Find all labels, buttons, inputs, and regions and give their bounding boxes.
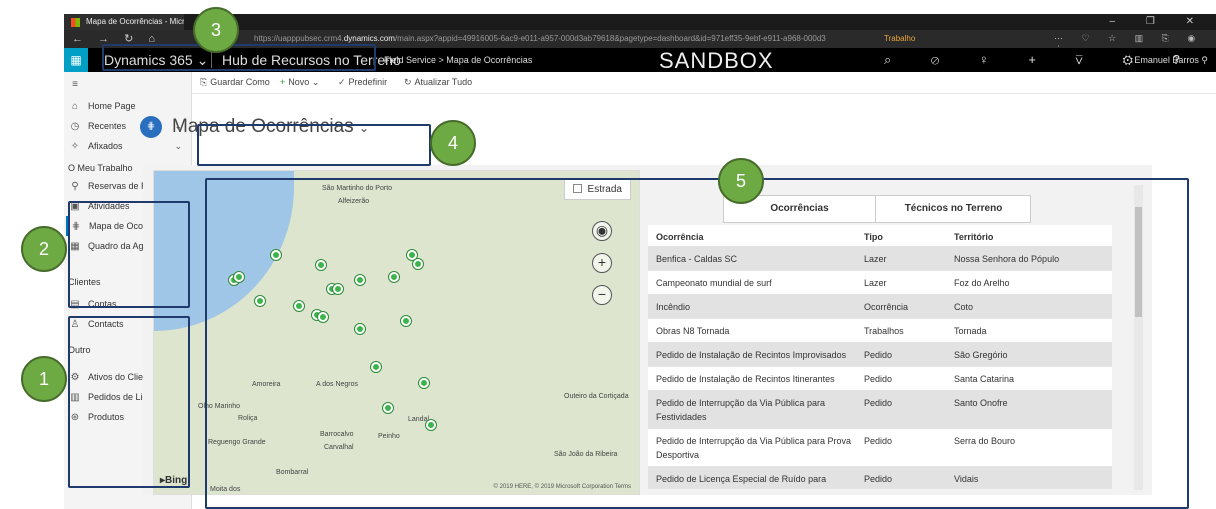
url-text[interactable]: https://uapppubsec.crm4.dynamics.com/mai…	[254, 34, 826, 43]
set-default-button[interactable]: ✓ Predefinir	[338, 77, 387, 88]
callout-box-2	[68, 201, 190, 308]
refresh-label: Atualizar Tudo	[414, 77, 473, 87]
callout-badge-5: 5	[718, 158, 764, 204]
window-controls[interactable]: – ❐ ✕	[1110, 14, 1208, 30]
home-icon: ⌂	[71, 101, 79, 112]
breadcrumb[interactable]: Field Service > Mapa de Ocorrências	[384, 55, 532, 65]
callout-box-3	[102, 44, 376, 71]
tab-title: Mapa de Ocorrências - Micro	[86, 17, 184, 26]
new-button[interactable]: + Novo ⌄	[280, 77, 319, 88]
callout-badge-2: 2	[21, 226, 67, 272]
refresh-all-button[interactable]: ↻ Atualizar Tudo	[404, 77, 472, 88]
refresh-icon: ↻	[404, 77, 412, 87]
sidebar-item-recent[interactable]: ◷ Recentes ⌄	[68, 116, 188, 136]
dashboard-icon: ⋕	[140, 116, 162, 138]
callout-badge-1: 1	[21, 356, 67, 402]
new-label: Novo	[288, 77, 310, 87]
save-icon: ⎘	[200, 77, 208, 87]
user-label: Emanuel Barros	[1134, 55, 1199, 65]
chevron-down-icon: ⌄	[174, 141, 182, 151]
url-prefix: https://uapppubsec.crm4.	[254, 34, 344, 43]
set-default-label: Predefinir	[348, 77, 388, 87]
user-name[interactable]: Emanuel Barros ⚲	[1134, 55, 1208, 66]
clock-icon: ◷	[70, 121, 80, 132]
save-as-button[interactable]: ⎘ Guardar Como	[200, 77, 270, 88]
callout-box-1	[68, 316, 190, 488]
callout-badge-4: 4	[430, 120, 476, 166]
url-domain: dynamics.com	[343, 34, 395, 43]
app-launcher-icon[interactable]: ▦	[64, 48, 88, 72]
pin-icon: ✧	[70, 141, 80, 152]
sidebar-item-pinned[interactable]: ✧ Afixados ⌄	[68, 136, 188, 156]
url-path: /main.aspx?appid=49916005-6ac9-e011-a957…	[394, 34, 826, 43]
command-bar: ⎘ Guardar Como + Novo ⌄ ✓ Predefinir ↻ Atual…	[192, 72, 1216, 94]
callout-box-5	[205, 178, 1189, 509]
resource-icon: ⚲	[71, 181, 79, 192]
browser-tab[interactable]: Mapa de Ocorrências - Micro	[64, 14, 184, 30]
plus-icon: +	[280, 77, 286, 87]
save-as-label: Guardar Como	[210, 77, 270, 87]
sidebar-item-label: Afixados	[88, 141, 123, 151]
check-icon: ✓	[338, 77, 346, 87]
container-label[interactable]: Trabalho	[884, 34, 915, 43]
sidebar-item-label: Recentes	[88, 121, 127, 131]
callout-box-4	[197, 124, 431, 166]
dynamics-logo-icon	[71, 18, 80, 27]
callout-badge-3: 3	[193, 7, 239, 53]
environment-label: SANDBOX	[659, 48, 774, 73]
sidebar-item-home[interactable]: ⌂ Home Page	[68, 96, 136, 116]
sidebar-item-label: Home Page	[88, 101, 136, 111]
group-title: O Meu Trabalho	[68, 163, 133, 173]
hamburger-icon[interactable]: ≡	[68, 74, 88, 94]
